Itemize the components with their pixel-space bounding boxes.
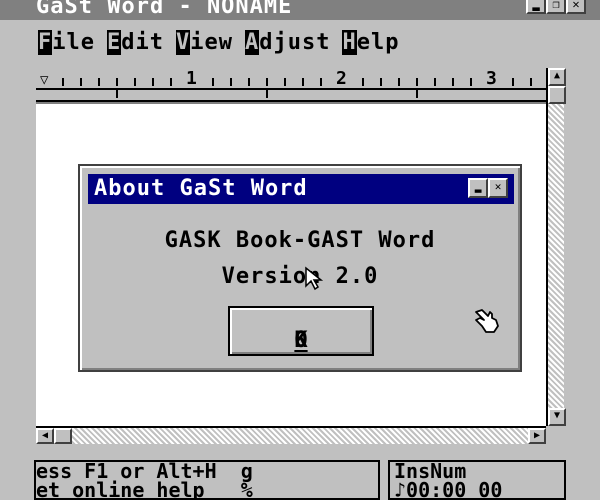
ruler-tick: [320, 78, 322, 86]
dialog-product-name: GASK Book-GAST Word: [164, 228, 436, 253]
minimize-icon: ▂: [532, 0, 540, 11]
status-mode-panel: InsNum ♪00:00 00: [388, 460, 566, 500]
menu-edit-label: dit: [121, 30, 164, 55]
ruler-tick: [248, 78, 250, 86]
ruler-tick: [470, 78, 472, 86]
ruler-tick: [530, 78, 532, 86]
horizontal-scrollbar[interactable]: ◀ ▶: [36, 426, 546, 444]
scroll-up-button[interactable]: ▲: [548, 68, 566, 86]
ruler-lower-tick: [266, 90, 268, 98]
window-title: GaSt Word - NONAME: [36, 0, 293, 19]
close-button[interactable]: ✕: [566, 0, 586, 14]
ruler-tick: [134, 78, 136, 86]
arrow-down-icon: ▼: [553, 410, 561, 421]
vertical-scrollbar[interactable]: ▲ ▼: [546, 68, 566, 426]
minimize-button[interactable]: ▂: [526, 0, 546, 14]
menu-view-accel: V: [176, 30, 191, 55]
menu-adjust-label: djust: [259, 30, 331, 55]
ok-button[interactable]: OK: [228, 306, 374, 356]
menu-view[interactable]: View: [170, 30, 239, 60]
ok-rest: K: [294, 328, 308, 353]
ruler-tick: [398, 78, 400, 86]
menu-edit[interactable]: Edit: [101, 30, 170, 60]
ruler-number: 1: [186, 68, 197, 89]
about-dialog: About GaSt Word ▂ ✕ GASK Book-GAST Word …: [78, 164, 522, 372]
ruler-number: 2: [336, 68, 347, 89]
menu-help-label: elp: [356, 30, 400, 55]
title-bar[interactable]: GaSt Word - NONAME ▂ ❐ ✕: [0, 0, 600, 20]
menu-help-accel: H: [342, 30, 357, 55]
dialog-close-button[interactable]: ✕: [488, 178, 508, 198]
close-icon: ✕: [572, 0, 580, 11]
ruler-tick: [380, 78, 382, 86]
dialog-title: About GaSt Word: [94, 176, 308, 201]
ruler-tick: [284, 78, 286, 86]
ruler-tick: [80, 78, 82, 86]
minimize-icon: ▂: [474, 180, 482, 193]
dialog-minimize-button[interactable]: ▂: [468, 178, 488, 198]
close-icon: ✕: [494, 180, 502, 193]
window-controls: ▂ ❐ ✕: [526, 0, 586, 14]
menu-file-accel: F: [38, 30, 53, 55]
menu-adjust[interactable]: Adjust: [239, 30, 336, 60]
ruler-tick: [212, 78, 214, 86]
ruler-baseline: [36, 88, 546, 90]
status-help-line-2: et online help %: [36, 478, 253, 500]
scroll-left-button[interactable]: ◀: [36, 428, 54, 444]
dialog-controls: ▂ ✕: [468, 178, 508, 198]
ruler-lower-tick: [116, 90, 118, 98]
ruler-tick: [152, 78, 154, 86]
horizontal-scroll-thumb[interactable]: [54, 428, 72, 444]
menu-help[interactable]: Help: [336, 30, 405, 60]
restore-button[interactable]: ❐: [546, 0, 566, 14]
indent-marker-icon[interactable]: ▽: [40, 72, 48, 88]
menu-adjust-accel: A: [245, 30, 260, 55]
arrow-right-icon: ▶: [533, 430, 541, 441]
ruler-tick: [98, 78, 100, 86]
menu-bar: File Edit View Adjust Help: [0, 30, 600, 60]
arrow-left-icon: ◀: [41, 430, 49, 441]
restore-icon: ❐: [552, 0, 560, 11]
ruler-lower-tick: [416, 90, 418, 98]
menu-file-label: ile: [52, 30, 95, 55]
ruler-tick: [434, 78, 436, 86]
app-window: GaSt Word - NONAME ▂ ❐ ✕ File Edit View …: [0, 0, 600, 500]
ruler-tick: [512, 78, 514, 86]
menu-edit-accel: E: [107, 30, 122, 55]
ruler-tick: [452, 78, 454, 86]
ruler-tick: [230, 78, 232, 86]
ruler-tick: [362, 78, 364, 86]
ruler-tick: [62, 78, 64, 86]
scroll-right-button[interactable]: ▶: [528, 428, 546, 444]
ruler[interactable]: ▽ 1 2 3: [36, 68, 546, 104]
ruler-tick: [266, 78, 268, 86]
vertical-scroll-thumb[interactable]: [548, 86, 566, 104]
hand-cursor-icon: [475, 309, 499, 333]
menu-file[interactable]: File: [32, 30, 101, 60]
arrow-cursor-icon: [305, 266, 324, 291]
status-help-panel: ess F1 or Alt+H g et online help %: [34, 460, 380, 500]
menu-view-label: iew: [190, 30, 233, 55]
dialog-title-bar[interactable]: About GaSt Word ▂ ✕: [88, 174, 514, 204]
scroll-down-button[interactable]: ▼: [548, 408, 566, 426]
ruler-number: 3: [486, 68, 497, 89]
ruler-tick: [302, 78, 304, 86]
ruler-bottom-line: [36, 100, 546, 102]
ruler-tick: [116, 78, 118, 86]
arrow-up-icon: ▲: [553, 70, 561, 81]
status-bar: ess F1 or Alt+H g et online help % InsNu…: [30, 458, 570, 500]
ruler-tick: [416, 78, 418, 86]
dialog-version: Version 2.0: [221, 264, 379, 289]
ruler-tick: [170, 78, 172, 86]
status-clock: ♪00:00 00: [394, 478, 503, 500]
